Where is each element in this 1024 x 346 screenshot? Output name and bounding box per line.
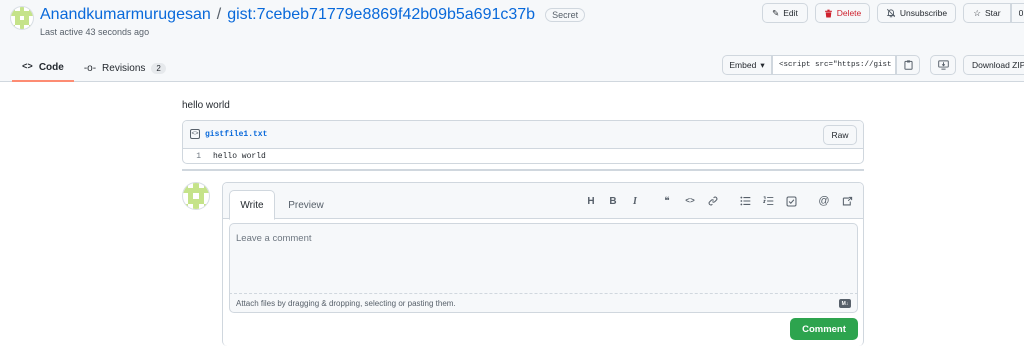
comment-submit-button[interactable]: Comment [790,318,858,340]
desktop-download-icon [937,60,949,70]
gist-name-link[interactable]: gist:7cebeb71779e8869f42b09b5a691c37b [227,6,535,24]
clipboard-icon [903,60,913,70]
unsubscribe-button[interactable]: Unsubscribe [877,3,956,23]
comment-textarea[interactable]: Leave a comment [229,223,858,293]
last-active-text: Last active 43 seconds ago [40,27,150,37]
delete-button[interactable]: Delete [815,3,870,23]
bold-icon[interactable]: B [606,194,620,208]
edit-button[interactable]: ✎ Edit [762,3,808,23]
quote-icon[interactable]: ❝ [660,194,674,208]
tab-revisions[interactable]: -o- Revisions 2 [74,54,176,82]
italic-icon[interactable]: I [628,194,642,208]
caret-down-icon: ▾ [760,59,765,70]
owner-avatar[interactable] [10,6,34,30]
numbered-list-icon[interactable] [761,194,775,208]
bullet-list-icon[interactable] [738,194,752,208]
tab-write[interactable]: Write [229,190,275,220]
embed-group: Embed ▾ <script src="https://gist [722,55,920,75]
open-desktop-button[interactable] [930,55,956,75]
revisions-counter: 2 [151,62,166,74]
code-icon: <> [22,62,33,72]
file-box: <> gistfile1.txt Raw 1 hello world [182,120,864,164]
commenter-avatar[interactable] [182,182,210,210]
raw-button[interactable]: Raw [823,125,857,145]
embed-dropdown[interactable]: Embed ▾ [722,55,772,75]
reference-icon[interactable] [840,194,854,208]
attach-hint: Attach files by dragging & dropping, sel… [236,299,456,308]
tab-preview[interactable]: Preview [281,190,331,220]
gist-tabs: <> Code -o- Revisions 2 [12,54,176,82]
line-number[interactable]: 1 [183,152,213,161]
file-code-icon: <> [190,129,200,139]
code-icon[interactable]: <> [683,194,697,208]
file-name-link[interactable]: gistfile1.txt [205,130,267,139]
copy-button[interactable] [896,55,920,75]
tab-code[interactable]: <> Code [12,54,74,82]
title-separator: / [216,6,222,23]
link-icon[interactable] [706,194,720,208]
heading-icon[interactable]: H [584,194,598,208]
secret-badge: Secret [545,8,586,22]
embed-url-input[interactable]: <script src="https://gist [772,55,896,75]
task-list-icon[interactable] [784,194,798,208]
gist-description: hello world [182,100,230,111]
star-count[interactable]: 0 [1011,3,1024,23]
git-commit-icon: -o- [83,62,97,74]
comment-form: Write Preview H B I ❝ <> @ Leave a comme… [222,182,864,346]
download-zip-button[interactable]: Download ZIP [963,55,1024,75]
owner-link[interactable]: Anandkumarmurugesan [40,6,211,24]
pencil-icon: ✎ [772,7,780,18]
trash-icon [824,9,832,17]
code-line: 1 hello world [183,149,863,163]
divider [182,169,864,171]
star-button[interactable]: ☆ Star [963,3,1011,23]
bell-slash-icon [886,8,896,18]
file-header: <> gistfile1.txt Raw [183,121,863,149]
line-code: hello world [213,152,266,161]
markdown-icon[interactable]: M↓ [839,299,851,308]
star-icon: ☆ [973,7,982,18]
mention-icon[interactable]: @ [817,194,831,208]
attach-files-area[interactable]: Attach files by dragging & dropping, sel… [229,293,858,313]
gist-header: Anandkumarmurugesan / gist:7cebeb71779e8… [0,0,1024,82]
comment-tabs: Write Preview H B I ❝ <> @ [223,183,863,220]
